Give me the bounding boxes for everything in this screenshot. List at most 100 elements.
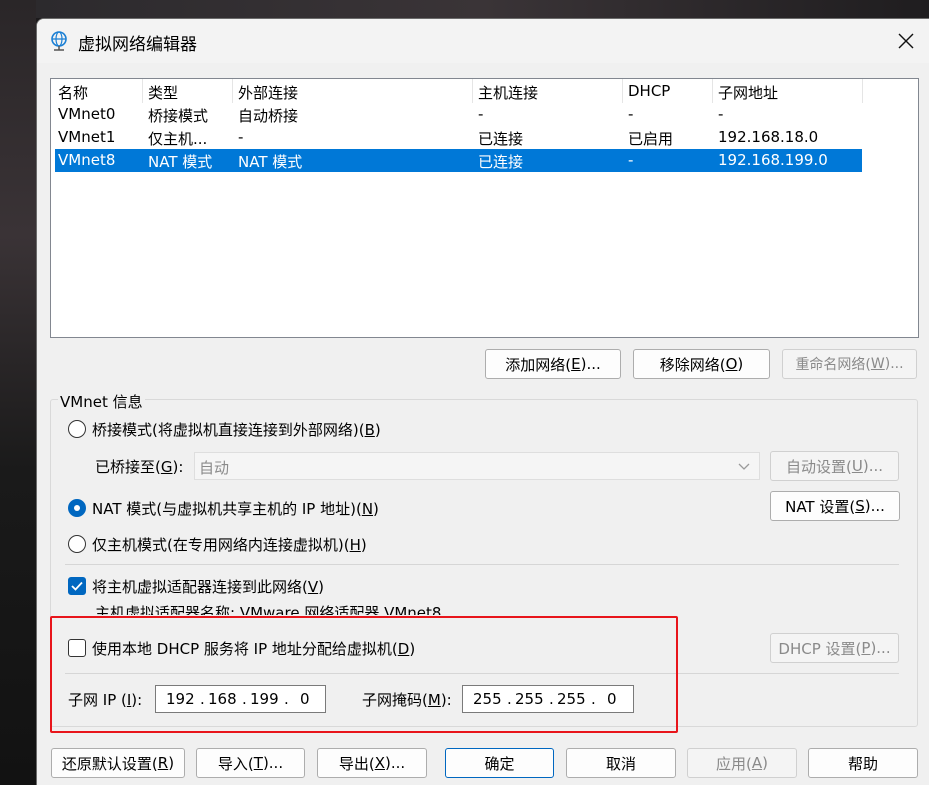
button-label-suffix: )...: [580, 355, 601, 373]
cell-subnet: -: [718, 105, 724, 123]
mnemonic: T: [253, 754, 263, 772]
radio-label: 桥接模式(将虚拟机直接连接到外部网络)(: [92, 421, 365, 439]
nat-mode-radio[interactable]: [68, 499, 86, 517]
column-separator[interactable]: [142, 79, 143, 103]
cell-external: -: [238, 128, 244, 146]
column-separator[interactable]: [712, 79, 713, 103]
radio-label-suffix: ): [360, 536, 367, 554]
auto-settings-button[interactable]: 自动设置(U)...: [770, 451, 899, 481]
checkbox-label-suffix: ): [318, 578, 324, 596]
button-label-suffix: ): [737, 355, 744, 373]
field-label-suffix: ):: [172, 458, 184, 476]
highlight-annotation-box: [50, 616, 678, 733]
rename-network-button[interactable]: 重命名网络(W)...: [782, 349, 917, 379]
nat-settings-button[interactable]: NAT 设置(S)...: [770, 491, 900, 521]
mnemonic: R: [157, 754, 169, 772]
button-label: 帮助: [847, 754, 878, 773]
bridged-mode-label[interactable]: 桥接模式(将虚拟机直接连接到外部网络)(B): [92, 419, 381, 440]
remove-network-button[interactable]: 移除网络(O): [633, 349, 770, 379]
apply-button[interactable]: 应用(A): [687, 748, 797, 778]
help-button[interactable]: 帮助: [808, 748, 918, 778]
cell-name: VMnet1: [58, 128, 116, 146]
mnemonic: G: [160, 458, 173, 476]
table-row-selected[interactable]: VMnet8 NAT 模式 NAT 模式 已连接 - 192.168.199.0: [55, 149, 862, 172]
radio-label: NAT 模式(与虚拟机共享主机的 IP 地址)(: [92, 500, 362, 518]
field-label: 已桥接至(: [95, 458, 161, 476]
connect-adapter-label[interactable]: 将主机虚拟适配器连接到此网络(V): [92, 576, 324, 597]
network-list[interactable]: 名称 类型 外部连接 主机连接 DHCP 子网地址 VMnet0 桥接模式 自动…: [50, 78, 919, 338]
mnemonic: P: [861, 639, 871, 657]
button-label: 应用(: [716, 754, 752, 773]
mnemonic: N: [361, 500, 374, 518]
column-header-external[interactable]: 外部连接: [238, 82, 298, 103]
radio-label: 仅主机模式(在专用网络内连接虚拟机)(: [92, 536, 350, 554]
host-only-radio[interactable]: [68, 535, 86, 553]
mnemonic: E: [571, 355, 581, 373]
cell-subnet: 192.168.199.0: [718, 151, 828, 169]
button-label: 还原默认设置(: [61, 754, 158, 773]
globe-network-icon: [51, 31, 67, 51]
cell-type: 桥接模式: [148, 107, 209, 125]
table-row[interactable]: VMnet1 仅主机... - 已连接 已启用 192.168.18.0: [55, 126, 862, 149]
close-icon: [898, 33, 914, 49]
column-separator[interactable]: [622, 79, 623, 103]
column-header-host[interactable]: 主机连接: [478, 82, 538, 103]
nat-mode-label[interactable]: NAT 模式(与虚拟机共享主机的 IP 地址)(N): [92, 498, 379, 519]
button-label-suffix: )...: [384, 754, 406, 772]
cell-name: VMnet8: [58, 151, 116, 169]
cell-type: NAT 模式: [148, 153, 213, 171]
button-label-suffix: ): [168, 754, 175, 772]
mnemonic: S: [855, 497, 865, 515]
window-title: 虚拟网络编辑器: [78, 35, 197, 55]
button-label-suffix: )...: [262, 754, 284, 772]
column-separator[interactable]: [862, 79, 863, 103]
title-bar: 虚拟网络编辑器: [37, 19, 929, 63]
button-label-suffix: ): [762, 754, 768, 772]
column-separator[interactable]: [232, 79, 233, 103]
cell-subnet: 192.168.18.0: [718, 128, 819, 146]
cancel-button[interactable]: 取消: [566, 748, 676, 778]
mnemonic: A: [751, 754, 763, 772]
column-header-name[interactable]: 名称: [58, 82, 88, 103]
close-button[interactable]: [883, 19, 929, 63]
button-label: 导入(: [217, 754, 254, 773]
button-label-suffix: )...: [870, 639, 891, 657]
button-label: 重命名网络(: [795, 357, 871, 373]
desktop-background: [0, 0, 36, 785]
vmnet-info-label: VMnet 信息: [58, 391, 145, 412]
dhcp-settings-button[interactable]: DHCP 设置(P)...: [770, 633, 899, 663]
button-label: 自动设置(: [786, 457, 852, 476]
import-button[interactable]: 导入(T)...: [196, 748, 305, 778]
table-row[interactable]: VMnet0 桥接模式 自动桥接 - - -: [55, 103, 862, 126]
mnemonic: B: [364, 421, 375, 439]
button-label: 确定: [484, 754, 515, 773]
column-header-subnet[interactable]: 子网地址: [718, 82, 778, 103]
list-header: 名称 类型 外部连接 主机连接 DHCP 子网地址: [55, 79, 863, 103]
connect-adapter-checkbox[interactable]: [68, 577, 86, 595]
cell-type: 仅主机...: [148, 130, 208, 148]
bridged-mode-radio[interactable]: [68, 420, 86, 438]
button-label-suffix: )...: [862, 457, 883, 475]
mnemonic: H: [349, 536, 361, 554]
column-header-dhcp[interactable]: DHCP: [628, 82, 670, 100]
desktop-background-top: [36, 0, 929, 18]
virtual-network-editor-dialog: 虚拟网络编辑器 名称 类型 外部连接 主机连接 DHCP 子网地址 VMnet0…: [36, 18, 929, 785]
cell-dhcp: -: [628, 151, 634, 169]
radio-label-suffix: ): [373, 500, 379, 518]
mnemonic: U: [851, 457, 863, 475]
restore-defaults-button[interactable]: 还原默认设置(R): [51, 748, 185, 778]
divider: [65, 564, 899, 565]
column-separator[interactable]: [472, 79, 473, 103]
button-label: 添加网络(: [505, 355, 572, 374]
ok-button[interactable]: 确定: [445, 748, 554, 778]
add-network-button[interactable]: 添加网络(E)...: [485, 349, 621, 379]
column-header-type[interactable]: 类型: [148, 82, 178, 103]
host-only-label[interactable]: 仅主机模式(在专用网络内连接虚拟机)(H): [92, 534, 367, 555]
bridged-to-label: 已桥接至(G):: [95, 456, 183, 477]
mnemonic: V: [307, 578, 319, 596]
export-button[interactable]: 导出(X)...: [317, 748, 427, 778]
bridged-to-select[interactable]: 自动: [194, 452, 760, 480]
button-label: 移除网络(: [659, 355, 726, 374]
mnemonic: W: [870, 356, 885, 372]
bridged-to-value: 自动: [199, 459, 230, 477]
